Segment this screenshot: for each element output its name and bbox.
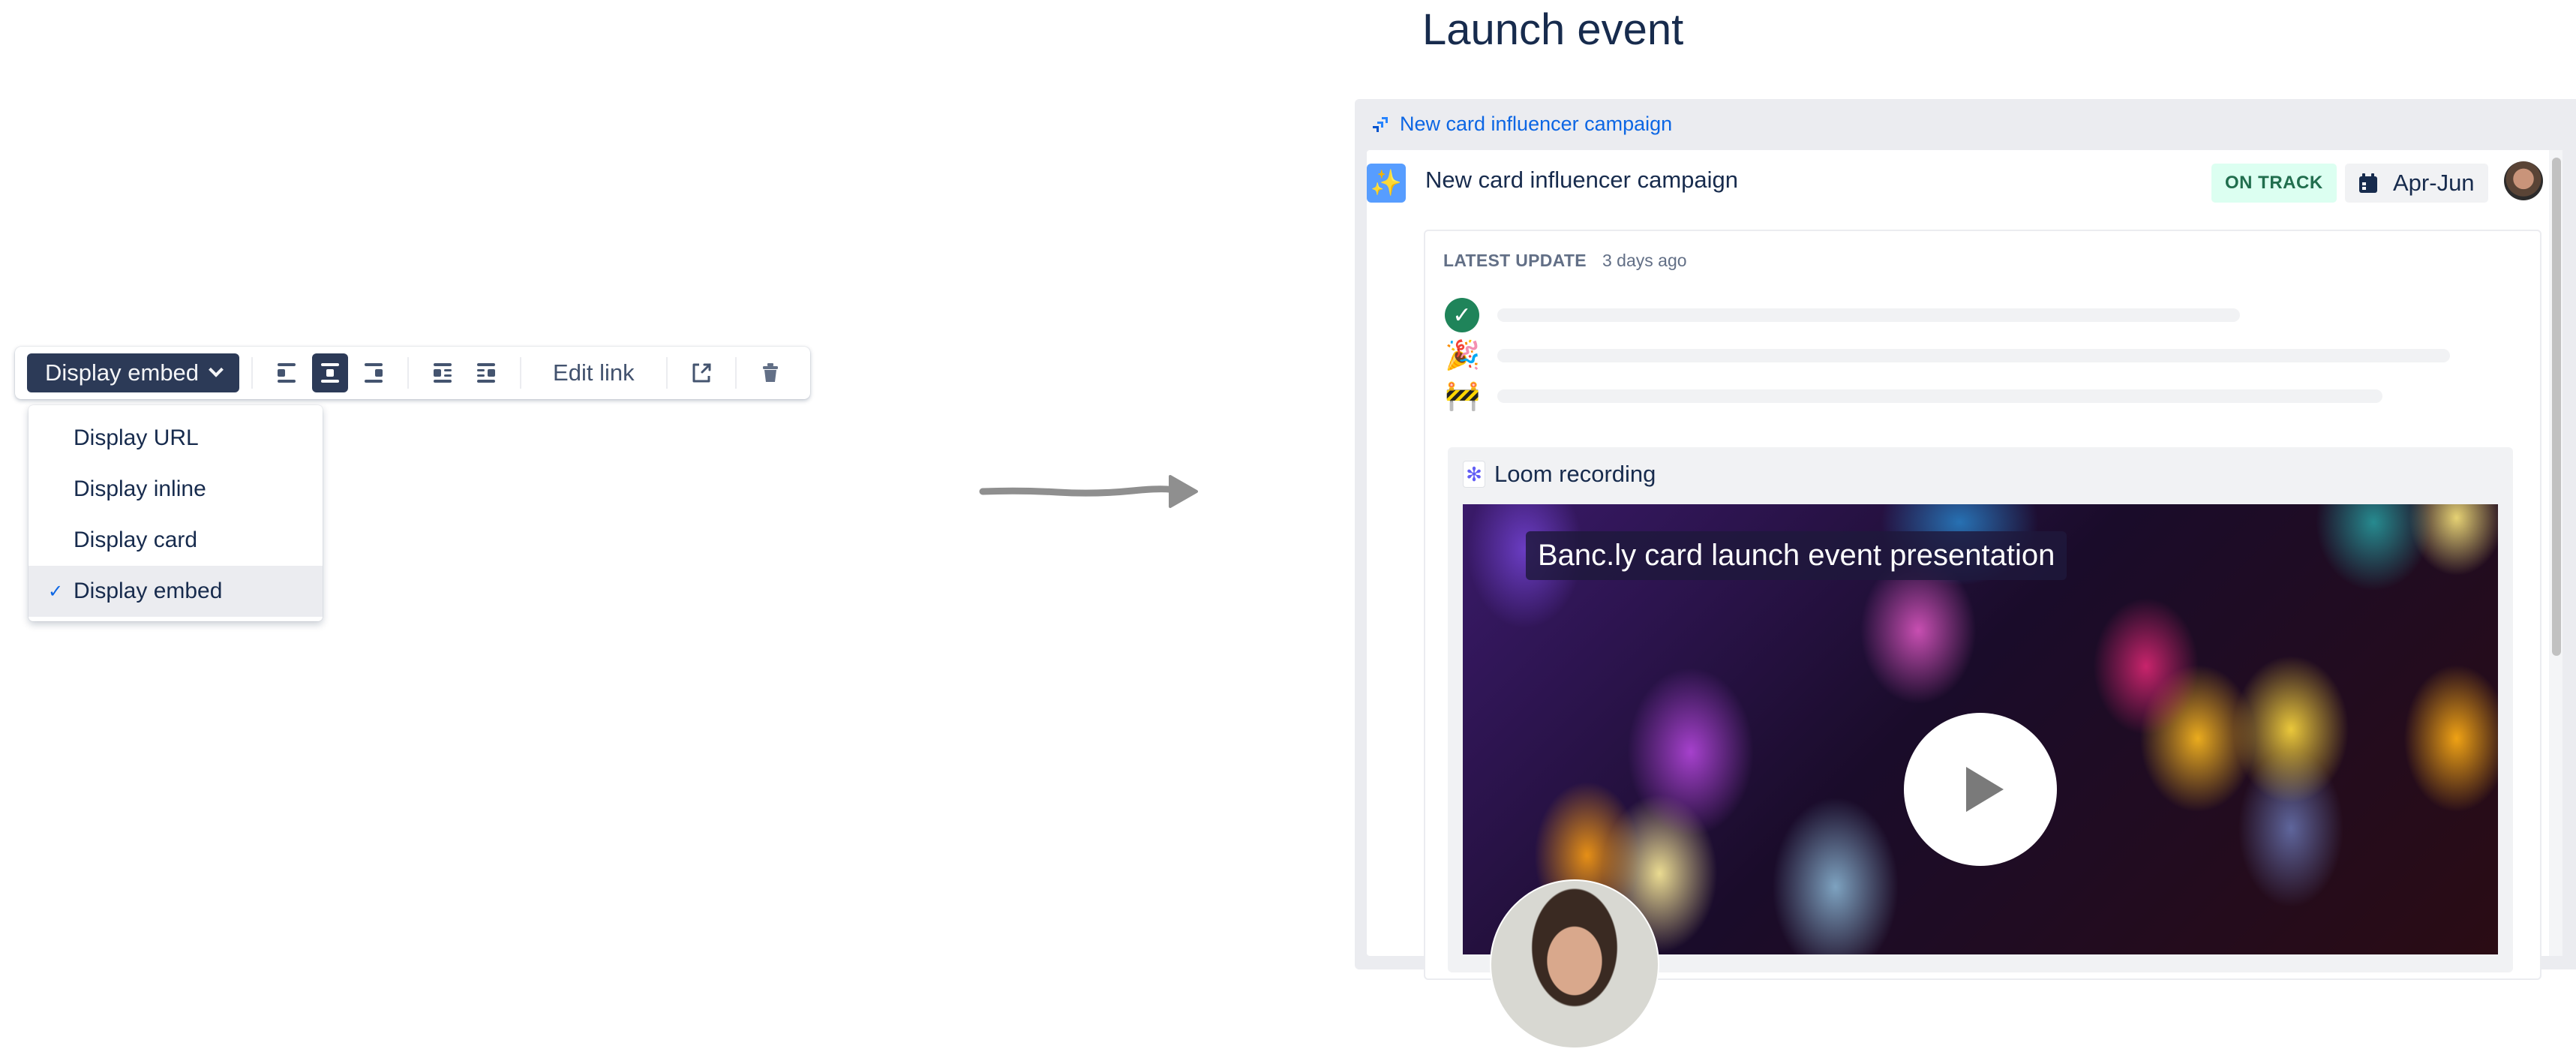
align-center-button[interactable] [312,353,349,392]
update-timestamp: 3 days ago [1602,251,1687,270]
toolbar-divider [251,357,254,389]
party-popper-icon: 🎉 [1445,340,1481,371]
trash-icon [762,363,778,382]
scrollbar-thumb[interactable] [2552,158,2561,656]
right-arrow-icon [979,475,1198,508]
wrap-left-button[interactable] [425,353,461,392]
play-button[interactable] [1904,713,2057,866]
video-title: Banc.ly card launch event presentation [1526,531,2067,580]
embed-toolbar: Display embed Edit link [15,347,810,399]
construction-icon: 🚧 [1445,380,1481,412]
text-placeholder [1497,308,2240,322]
menu-item-label: Display URL [74,425,199,450]
wrap-left-icon [434,363,452,383]
loom-header: ✻ Loom recording [1463,461,1656,488]
update-row: 🚧 [1445,378,2382,414]
menu-item-display-card[interactable]: Display card [29,515,323,566]
loom-label: Loom recording [1494,461,1656,487]
calendar-icon [2359,173,2377,193]
checkmark-icon: ✓ [48,581,64,602]
edit-link-button[interactable]: Edit link [533,359,654,386]
menu-item-display-inline[interactable]: Display inline [29,464,323,515]
menu-item-label: Display card [74,528,198,552]
menu-item-display-url[interactable]: Display URL [29,413,323,464]
menu-item-label: Display embed [74,579,223,603]
project-title[interactable]: New card influencer campaign [1425,167,1738,194]
play-icon [1966,767,2004,812]
align-right-icon [365,363,383,383]
latest-update-label: LATEST UPDATE [1443,251,1587,270]
appearance-dropdown-button[interactable]: Display embed [27,353,240,392]
align-left-icon [278,363,296,383]
delete-button[interactable] [752,353,788,392]
toolbar-divider [520,357,522,389]
project-icon: ✨ [1367,164,1406,203]
owner-avatar[interactable] [2504,161,2543,200]
open-link-button[interactable] [683,353,719,392]
align-left-button[interactable] [269,353,305,392]
update-row: ✓ [1445,297,2240,333]
atlassian-goals-icon [1373,116,1388,132]
loom-icon: ✻ [1463,461,1485,488]
external-link-icon [692,363,711,383]
align-center-icon [321,363,340,383]
menu-item-label: Display inline [74,476,206,501]
text-placeholder [1497,389,2382,403]
status-badge: ON TRACK [2211,164,2337,203]
page-title: Launch event [1422,5,1684,54]
wrap-right-icon [477,363,496,383]
text-placeholder [1497,349,2450,362]
presenter-bubble [1490,879,1659,1049]
menu-item-display-embed[interactable]: ✓ Display embed [29,566,323,617]
toolbar-divider [734,357,737,389]
wrap-right-button[interactable] [468,353,504,392]
date-badge: Apr-Jun [2345,164,2488,203]
chevron-down-icon [209,362,224,377]
update-row: 🎉 [1445,338,2450,374]
align-right-button[interactable] [356,353,392,392]
appearance-dropdown-menu: Display URL Display inline Display card … [29,405,323,621]
embed-header-label: New card influencer campaign [1400,113,1673,135]
date-range: Apr-Jun [2393,170,2475,196]
toolbar-divider [407,357,410,389]
appearance-label: Display embed [45,359,200,386]
embed-header-link[interactable]: New card influencer campaign [1370,113,1672,136]
check-circle-icon: ✓ [1445,298,1479,332]
toolbar-divider [665,357,668,389]
